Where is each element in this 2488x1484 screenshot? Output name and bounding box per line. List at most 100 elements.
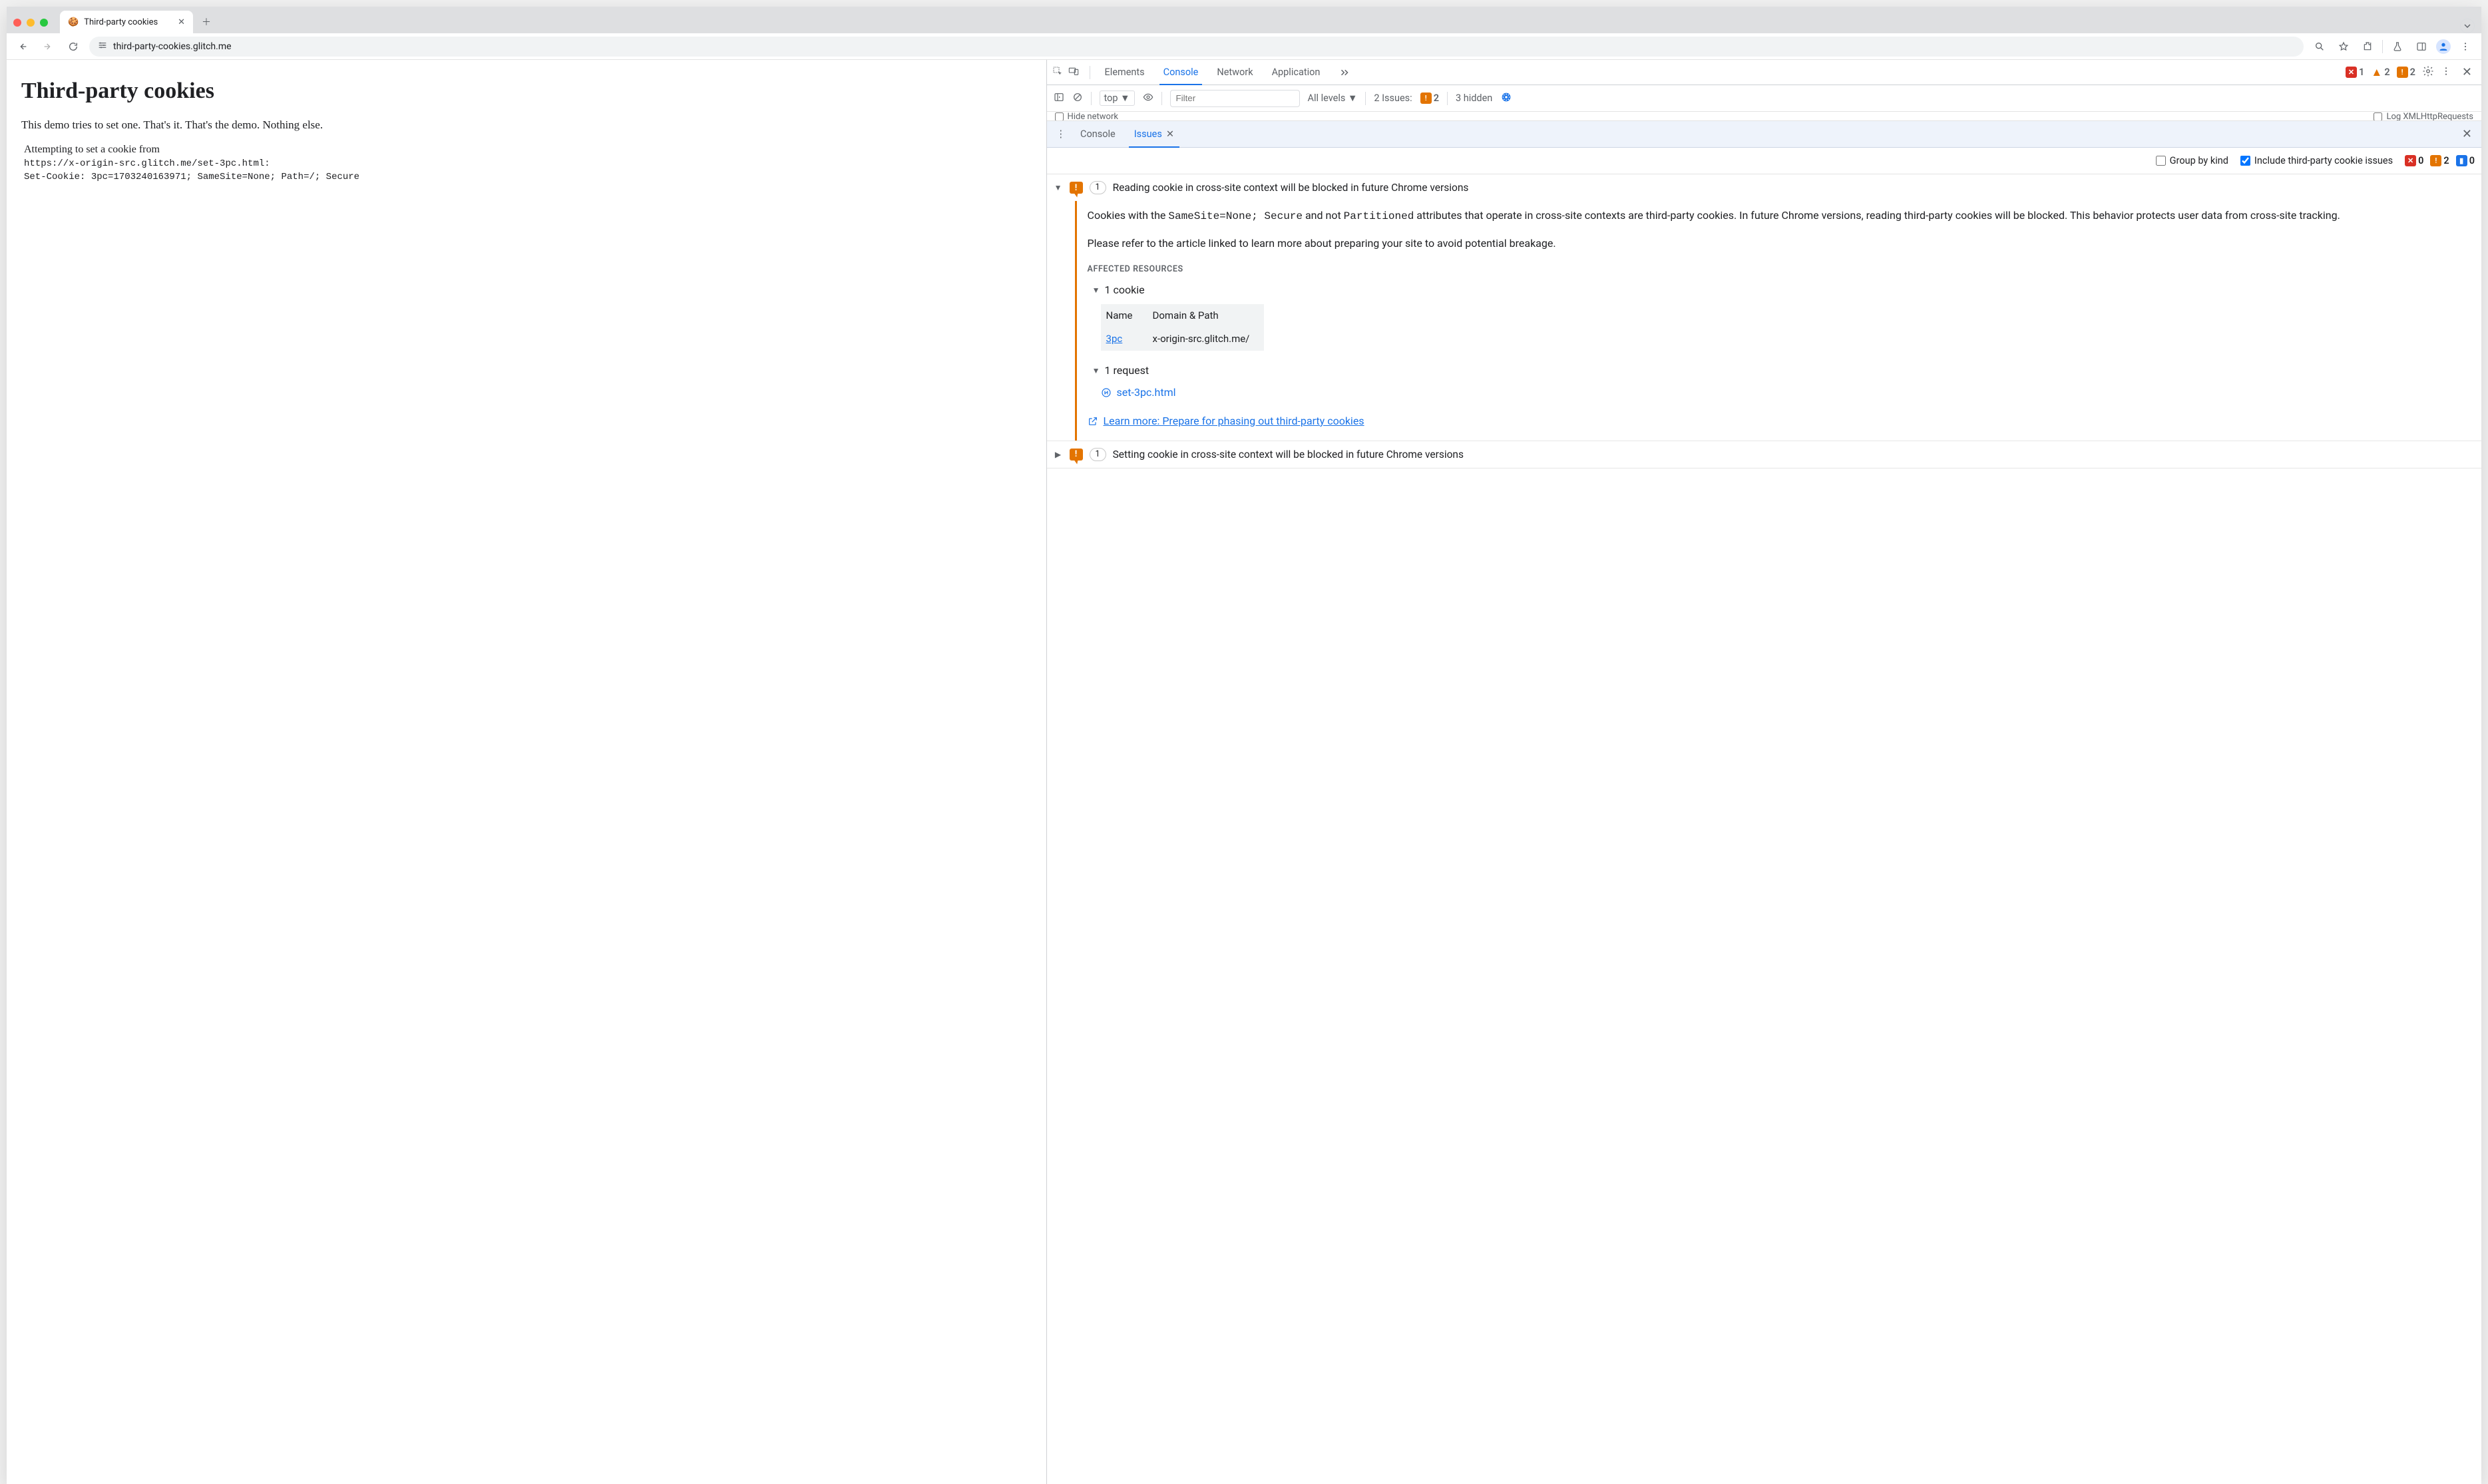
close-window-button[interactable] (13, 19, 21, 27)
inspect-icon (1052, 66, 1063, 77)
warning-count[interactable]: !2 (2397, 67, 2415, 78)
browser-tabstrip: 🍪 Third-party cookies ✕ ＋ (7, 7, 2481, 33)
close-issues-tab[interactable]: ✕ (1166, 128, 1174, 140)
page-content: Third-party cookies This demo tries to s… (7, 60, 1046, 1484)
affected-resources-heading: AFFECTED RESOURCES (1088, 263, 2471, 276)
error-icon: ✕ (2346, 67, 2357, 78)
back-button[interactable] (13, 37, 32, 56)
maximize-window-button[interactable] (40, 19, 48, 27)
filter-input[interactable] (1170, 90, 1300, 107)
warning-box-icon: ! (1420, 93, 1432, 104)
request-group-toggle[interactable]: ▼ 1 request (1092, 363, 2471, 379)
issue-title: Reading cookie in cross-site context wil… (1113, 182, 1469, 194)
console-filter-bar: top ▼ All levels ▼ 2 Issues: !2 3 hidden (1047, 85, 2481, 112)
inspect-element-button[interactable] (1052, 66, 1063, 79)
tab-overflow[interactable] (1331, 60, 1358, 85)
table-header-domain: Domain & Path (1147, 304, 1265, 327)
warning-triangle-count[interactable]: ▲2 (2371, 67, 2389, 78)
cookie-group-toggle[interactable]: ▼ 1 cookie (1092, 282, 2471, 299)
cookie-domain: x-origin-src.glitch.me/ (1147, 327, 1265, 351)
clear-icon (1072, 92, 1083, 102)
log-xhr-checkbox[interactable] (2374, 112, 2382, 121)
puzzle-icon (2362, 41, 2373, 52)
levels-selector[interactable]: All levels ▼ (1308, 93, 1358, 104)
tab-network[interactable]: Network (1209, 60, 1261, 85)
device-toggle-button[interactable] (1068, 66, 1079, 79)
warning-triangle-icon: ▲ (2371, 67, 2382, 78)
close-tab-icon[interactable]: ✕ (178, 17, 185, 27)
browser-menu-button[interactable] (2456, 37, 2475, 56)
devtools-menu-button[interactable] (2441, 66, 2451, 79)
extensions-button[interactable] (2358, 37, 2377, 56)
tab-console[interactable]: Console (1155, 60, 1207, 85)
browser-tab[interactable]: 🍪 Third-party cookies ✕ (60, 11, 193, 33)
issues-label: 2 Issues: (1374, 93, 1412, 104)
site-settings-icon[interactable] (97, 40, 108, 53)
gear-icon (2422, 65, 2434, 77)
page-title: Third-party cookies (21, 79, 1032, 104)
kebab-icon (2441, 66, 2451, 77)
issues-warning-count: !2 (2430, 155, 2449, 166)
issues-count-badge[interactable]: !2 (1420, 93, 1439, 104)
kebab-icon (2460, 41, 2471, 52)
sidepanel-button[interactable] (2412, 37, 2431, 56)
labs-button[interactable] (2388, 37, 2407, 56)
attempt-label: Attempting to set a cookie from (24, 144, 160, 155)
warning-box-icon: ! (2397, 67, 2408, 78)
issue-header[interactable]: ▶ ! 1 Setting cookie in cross-site conte… (1047, 441, 2481, 468)
request-icon (1101, 387, 1112, 398)
arrow-left-icon (17, 41, 28, 52)
eye-icon (1143, 92, 1153, 102)
address-bar[interactable]: third-party-cookies.glitch.me (89, 37, 2304, 57)
tab-application[interactable]: Application (1264, 60, 1329, 85)
issue-severity-icon: ! (1070, 182, 1083, 194)
live-expression-button[interactable] (1143, 92, 1153, 105)
warning-box-icon: ! (2430, 155, 2441, 166)
drawer-menu-button[interactable]: ⋮ (1052, 128, 1070, 140)
issue-header[interactable]: ▼ ! 1 Reading cookie in cross-site conte… (1047, 174, 2481, 201)
console-sidebar-toggle[interactable] (1054, 92, 1064, 105)
hide-network-checkbox[interactable] (1055, 112, 1064, 121)
issue-severity-icon: ! (1070, 449, 1083, 461)
reload-icon (68, 41, 79, 52)
devtools-panel: Elements Console Network Application ✕1 … (1046, 60, 2481, 1484)
devtools-close-button[interactable]: ✕ (2458, 65, 2476, 79)
drawer-close-button[interactable]: ✕ (2458, 127, 2476, 141)
table-row: 3pc x-origin-src.glitch.me/ (1101, 327, 1265, 351)
expand-icon: ▶ (1054, 450, 1063, 459)
learn-more-link[interactable]: Learn more: Prepare for phasing out thir… (1104, 413, 1364, 430)
tab-elements[interactable]: Elements (1097, 60, 1153, 85)
devices-icon (1068, 66, 1079, 77)
issue-count-pill: 1 (1090, 448, 1106, 461)
include-3pc-checkbox[interactable]: Include third-party cookie issues (2240, 155, 2393, 166)
clear-console-button[interactable] (1072, 92, 1083, 105)
hidden-count[interactable]: 3 hidden (1456, 93, 1492, 104)
request-link[interactable]: set-3pc.html (1117, 385, 1176, 401)
zoom-button[interactable] (2310, 37, 2329, 56)
console-settings-button[interactable] (1500, 91, 1512, 106)
group-by-kind-checkbox[interactable]: Group by kind (2156, 155, 2228, 166)
devtools-tabs: Elements Console Network Application ✕1 … (1047, 60, 2481, 85)
window-controls (13, 19, 48, 27)
forward-button[interactable] (39, 37, 57, 56)
cookie-name-link[interactable]: 3pc (1106, 333, 1123, 345)
drawer-tabs: ⋮ Console Issues✕ ✕ (1047, 121, 2481, 148)
minimize-window-button[interactable] (27, 19, 35, 27)
info-icon: ▮ (2456, 155, 2467, 166)
reload-button[interactable] (64, 37, 83, 56)
double-chevron-icon (1339, 67, 1350, 79)
drawer-tab-console[interactable]: Console (1072, 121, 1124, 147)
devtools-settings-button[interactable] (2422, 65, 2434, 80)
error-count[interactable]: ✕1 (2346, 67, 2364, 78)
bookmark-button[interactable] (2334, 37, 2353, 56)
drawer-tab-issues[interactable]: Issues✕ (1126, 121, 1182, 147)
cookie-favicon-icon: 🍪 (68, 17, 79, 27)
magnifier-icon (2314, 41, 2325, 52)
new-tab-button[interactable]: ＋ (197, 13, 216, 31)
affected-cookies-table: NameDomain & Path 3pc x-origin-src.glitc… (1101, 304, 1265, 351)
tab-overflow-button[interactable] (2460, 19, 2475, 33)
cookie-attempt-block: Attempting to set a cookie from https://… (21, 144, 1032, 182)
profile-button[interactable] (2436, 39, 2451, 54)
context-selector[interactable]: top ▼ (1100, 91, 1135, 106)
expand-icon: ▼ (1092, 365, 1101, 377)
